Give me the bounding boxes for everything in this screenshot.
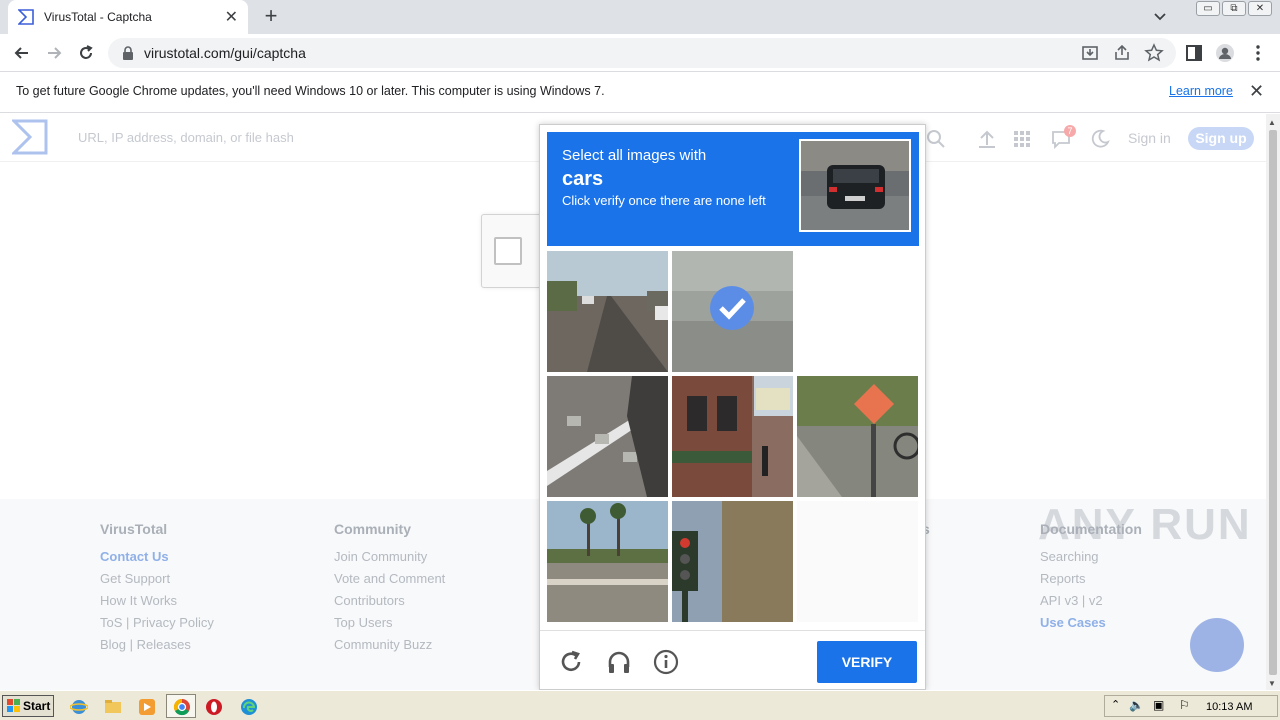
reload-icon[interactable]	[76, 43, 96, 63]
scroll-up-arrow-icon[interactable]: ▲	[1268, 118, 1276, 127]
upload-icon[interactable]	[976, 128, 998, 150]
clock: 10:13 AM	[1206, 701, 1253, 713]
url-text: virustotal.com/gui/captcha	[144, 45, 306, 61]
edge-icon[interactable]	[240, 698, 258, 716]
action-center-flag-icon[interactable]: ⚐	[1179, 698, 1190, 712]
footer-link[interactable]: How It Works	[100, 593, 214, 615]
close-window-button[interactable]: ✕	[1248, 1, 1272, 16]
back-icon[interactable]	[12, 43, 32, 63]
internet-explorer-icon[interactable]	[70, 698, 88, 716]
vt-search-input[interactable]: URL, IP address, domain, or file hash	[78, 130, 294, 145]
audio-challenge-headphones-icon[interactable]	[606, 649, 632, 675]
share-icon[interactable]	[1112, 43, 1132, 63]
opera-icon[interactable]	[205, 698, 223, 716]
footer-link[interactable]: Contributors	[334, 593, 445, 615]
notifications-badge: 7	[1064, 125, 1076, 137]
captcha-tile-5[interactable]	[672, 376, 793, 497]
captcha-footer: VERIFY	[540, 630, 925, 690]
scrollbar-thumb[interactable]	[1269, 130, 1277, 675]
new-tab-button[interactable]: +	[260, 4, 282, 28]
tab-title: VirusTotal - Captcha	[44, 10, 152, 24]
windows-taskbar: Start ⌃ 🔈 ▣ ⚐ 10:13 AM	[0, 690, 1280, 720]
footer-col-community: Community Join Community Vote and Commen…	[334, 521, 445, 659]
target-object: cars	[562, 168, 604, 190]
tab-strip: VirusTotal - Captcha ✕ + ▭ ⧉ ✕	[0, 0, 1280, 34]
tab-close-icon[interactable]: ✕	[225, 7, 238, 27]
file-explorer-icon[interactable]	[104, 698, 122, 716]
captcha-challenge: Select all images with cars Click verify…	[539, 124, 926, 690]
network-icon[interactable]: ▣	[1153, 698, 1164, 712]
search-icon[interactable]	[925, 128, 947, 150]
footer-link[interactable]: API v3 | v2	[1040, 593, 1142, 615]
instruction-subline: Click verify once there are none left	[562, 193, 766, 208]
captcha-tile-4[interactable]	[547, 376, 668, 497]
windows-flag-icon	[7, 699, 20, 712]
footer-heading: Community	[334, 521, 411, 537]
footer-link[interactable]: Searching	[1040, 549, 1142, 571]
install-app-icon[interactable]	[1080, 43, 1100, 63]
tray-expand-icon[interactable]: ⌃	[1111, 698, 1120, 711]
start-button[interactable]: Start	[2, 695, 54, 717]
virustotal-logo-icon[interactable]	[12, 119, 48, 155]
captcha-instructions: Select all images with cars Click verify…	[547, 132, 919, 246]
update-infobar: To get future Google Chrome updates, you…	[0, 72, 1280, 113]
tab-search-chevron-icon[interactable]	[1152, 8, 1168, 24]
dark-mode-moon-icon[interactable]	[1089, 128, 1111, 150]
footer-heading: VirusTotal	[100, 521, 168, 537]
footer-link-contact[interactable]: Contact Us	[100, 549, 214, 571]
captcha-tile-1[interactable]	[547, 251, 668, 372]
footer-link[interactable]: Join Community	[334, 549, 445, 571]
captcha-tile-9-fading[interactable]	[797, 501, 918, 622]
volume-icon[interactable]: 🔈	[1129, 698, 1144, 712]
footer-link[interactable]: Community Buzz	[334, 637, 445, 659]
media-player-icon[interactable]	[138, 698, 156, 716]
apps-grid-icon[interactable]	[1011, 128, 1033, 150]
captcha-tile-8[interactable]	[672, 501, 793, 622]
scroll-down-arrow-icon[interactable]: ▼	[1268, 679, 1276, 688]
captcha-tile-3-empty[interactable]	[797, 251, 918, 372]
verify-button[interactable]: VERIFY	[817, 641, 917, 683]
profile-avatar-icon[interactable]	[1215, 43, 1235, 63]
address-bar[interactable]: virustotal.com/gui/captcha	[108, 38, 1176, 68]
virustotal-favicon-icon	[18, 9, 34, 25]
menu-kebab-icon[interactable]	[1248, 43, 1268, 63]
browser-toolbar: virustotal.com/gui/captcha	[0, 34, 1280, 72]
anyrun-watermark-circle	[1190, 618, 1244, 672]
start-label: Start	[23, 699, 51, 713]
lock-icon[interactable]	[122, 46, 134, 60]
forward-icon[interactable]	[44, 43, 64, 63]
maximize-button[interactable]: ⧉	[1222, 1, 1246, 16]
footer-link[interactable]: Reports	[1040, 571, 1142, 593]
recaptcha-checkbox[interactable]	[494, 237, 522, 265]
footer-link[interactable]: Top Users	[334, 615, 445, 637]
minimize-button[interactable]: ▭	[1196, 1, 1220, 16]
side-panel-icon[interactable]	[1184, 43, 1204, 63]
captcha-tile-2-selected[interactable]	[672, 251, 793, 372]
sample-car-image	[799, 139, 911, 232]
sign-in-link[interactable]: Sign in	[1128, 130, 1171, 146]
bookmark-star-icon[interactable]	[1144, 43, 1164, 63]
sign-up-button[interactable]: Sign up	[1188, 127, 1254, 150]
info-icon[interactable]	[653, 649, 679, 675]
footer-link[interactable]: Get Support	[100, 571, 214, 593]
footer-link[interactable]: Vote and Comment	[334, 571, 445, 593]
infobar-message: To get future Google Chrome updates, you…	[16, 84, 605, 98]
instruction-line: Select all images with	[562, 147, 707, 164]
captcha-tile-6[interactable]	[797, 376, 918, 497]
footer-link[interactable]: ToS | Privacy Policy	[100, 615, 214, 637]
footer-link[interactable]: Blog | Releases	[100, 637, 214, 659]
learn-more-link[interactable]: Learn more	[1169, 84, 1233, 98]
captcha-tile-7[interactable]	[547, 501, 668, 622]
anyrun-watermark: ANY RUN	[1038, 500, 1252, 549]
tab-virustotal[interactable]: VirusTotal - Captcha ✕	[8, 0, 248, 34]
footer-link-use-cases[interactable]: Use Cases	[1040, 615, 1142, 637]
window-controls: ▭ ⧉ ✕	[1196, 1, 1272, 16]
reload-challenge-icon[interactable]	[558, 649, 584, 675]
chrome-taskbar-button[interactable]	[166, 694, 196, 718]
infobar-close-icon[interactable]: ✕	[1249, 81, 1264, 102]
footer-col-virustotal: VirusTotal Contact Us Get Support How It…	[100, 521, 214, 659]
chrome-icon	[173, 698, 190, 716]
page-scrollbar[interactable]: ▲ ▼	[1266, 114, 1280, 690]
